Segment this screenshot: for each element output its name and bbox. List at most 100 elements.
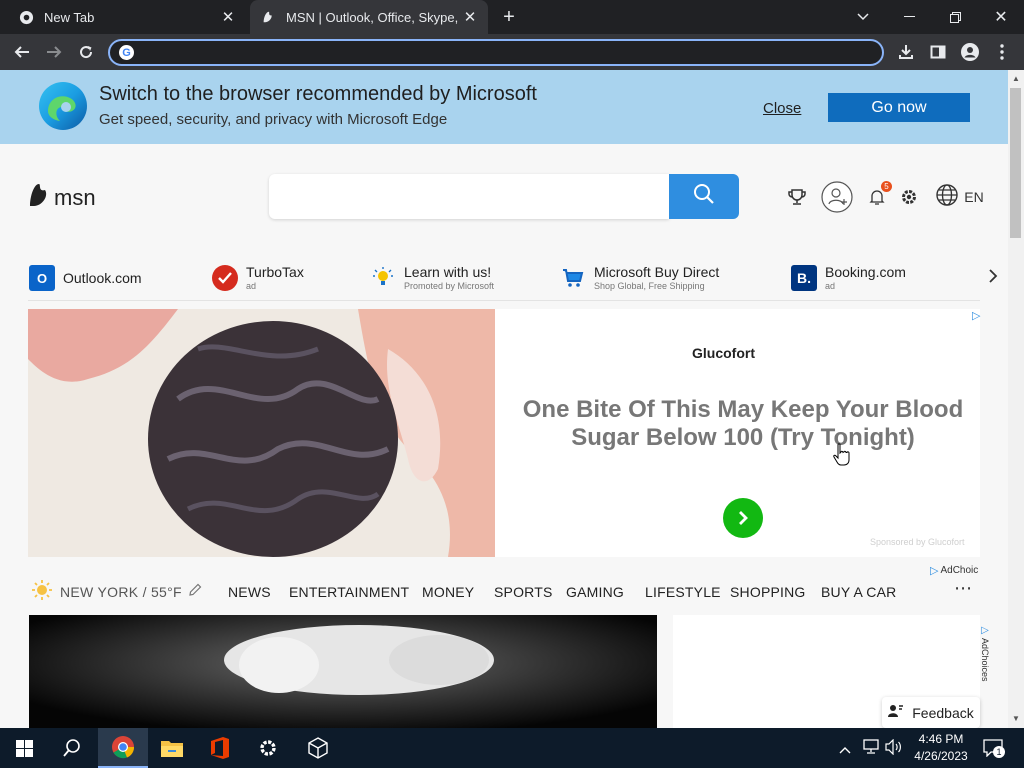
3d-viewer-cube-icon[interactable] [294, 728, 342, 768]
downloads-icon[interactable] [894, 40, 918, 64]
sun-icon [32, 580, 52, 603]
sign-in-avatar[interactable] [820, 181, 854, 213]
address-bar[interactable]: G [108, 39, 884, 66]
search-icon[interactable] [48, 728, 96, 768]
minimize-button[interactable] [886, 0, 932, 34]
quick-link-title: Microsoft Buy Direct [594, 263, 720, 280]
action-center-badge: 1 [993, 746, 1005, 758]
language-selector[interactable]: EN [934, 183, 986, 211]
settings-gear-icon[interactable] [898, 184, 920, 210]
quick-link-title: Learn with us! [404, 263, 492, 280]
rewards-trophy-icon[interactable] [786, 184, 808, 210]
quick-link-sub: Promoted by Microsoft [404, 280, 495, 291]
tab-msn[interactable]: MSN | Outlook, Office, Skype, Bing ✕ [250, 0, 488, 34]
nav-gaming[interactable]: GAMING [566, 584, 624, 600]
show-hidden-icons-chevron-icon[interactable] [839, 741, 851, 759]
nav-money[interactable]: MONEY [422, 584, 474, 600]
adchoices-icon: ▷ [930, 565, 939, 577]
more-nav-icon[interactable]: ⋯ [954, 578, 972, 599]
quick-link-outlook[interactable]: O Outlook.com [29, 258, 142, 298]
quick-link-booking[interactable]: B. Booking.com ad [791, 258, 906, 298]
nav-news[interactable]: NEWS [228, 584, 271, 600]
clock-time: 4:46 PM [918, 732, 964, 746]
quick-link-title: Booking.com [825, 263, 906, 280]
ad-headline[interactable]: One Bite Of This May Keep Your Blood Sug… [500, 396, 986, 452]
nav-lifestyle[interactable]: LIFESTYLE [645, 584, 721, 600]
profile-icon[interactable] [958, 40, 982, 64]
language-label: EN [964, 189, 984, 205]
google-icon: G [119, 45, 134, 60]
quick-link-title: TurboTax [246, 263, 304, 280]
scrollbar-thumb[interactable] [1010, 88, 1021, 238]
lightbulb-icon [370, 265, 396, 291]
search-button[interactable] [669, 174, 739, 219]
ad-info-icon[interactable]: ▷ [972, 309, 980, 322]
file-explorer-folder-icon[interactable] [148, 728, 196, 768]
ad-go-arrow-button[interactable] [723, 498, 763, 538]
banner-subtitle: Get speed, security, and privacy with Mi… [99, 111, 448, 128]
windows-taskbar: 4:46 PM 4/26/2023 1 [0, 728, 1024, 768]
feedback-icon [888, 704, 904, 721]
adchoices-link[interactable]: ▷ AdChoic [930, 564, 978, 577]
ad-image [28, 309, 495, 557]
go-now-button[interactable]: Go now [828, 93, 970, 122]
quick-link-sub: ad [246, 280, 257, 291]
booking-icon: B. [791, 265, 817, 291]
scroll-up-arrow-icon[interactable]: ▲ [1012, 74, 1020, 83]
back-button[interactable] [10, 40, 34, 64]
quick-link-sub: Shop Global, Free Shipping [594, 280, 705, 291]
nav-entertainment[interactable]: ENTERTAINMENT [289, 584, 409, 600]
close-tab-icon[interactable]: ✕ [220, 8, 236, 26]
side-adchoices-link[interactable]: ▷ AdChoices [978, 625, 992, 705]
turbotax-check-icon [212, 265, 238, 291]
ad-brand: Glucofort [692, 345, 755, 361]
quick-links-next-chevron-icon[interactable] [988, 268, 998, 289]
msn-logo-text: msn [54, 185, 96, 210]
scroll-down-arrow-icon[interactable]: ▼ [1012, 714, 1020, 723]
banner-title: Switch to the browser recommended by Mic… [99, 83, 537, 105]
tab-new-tab[interactable]: New Tab ✕ [8, 0, 246, 34]
start-windows-icon[interactable] [0, 728, 48, 768]
quick-link-learn[interactable]: Learn with us! Promoted by Microsoft [370, 258, 494, 298]
msn-logo[interactable]: msn [28, 182, 96, 214]
new-tab-button[interactable]: + [498, 6, 520, 29]
close-tab-icon[interactable]: ✕ [462, 8, 478, 26]
notifications-bell-icon[interactable]: 5 [866, 181, 892, 210]
quick-link-sub: ad [825, 280, 836, 291]
quick-link-turbotax[interactable]: TurboTax ad [212, 258, 304, 298]
forward-button[interactable] [42, 40, 66, 64]
action-center-notification-icon[interactable]: 1 [983, 739, 1005, 762]
taskbar-chrome-icon[interactable] [98, 728, 148, 768]
quick-link-title: Outlook.com [63, 269, 142, 286]
quick-link-buy-direct[interactable]: Microsoft Buy Direct Shop Global, Free Sh… [560, 258, 719, 298]
settings-gear-icon[interactable] [244, 728, 292, 768]
weather-widget[interactable]: NEW YORK / 55°F [32, 580, 202, 603]
nav-shopping[interactable]: SHOPPING [730, 584, 806, 600]
clock-date: 4/26/2023 [914, 749, 968, 763]
nav-buy-a-car[interactable]: BUY A CAR [821, 584, 896, 600]
banner-close-link[interactable]: Close [763, 100, 801, 117]
system-clock[interactable]: 4:46 PM 4/26/2023 [910, 731, 972, 765]
feedback-button[interactable]: Feedback [882, 697, 980, 728]
globe-icon [936, 183, 958, 211]
msn-butterfly-icon [28, 182, 50, 214]
volume-icon[interactable] [885, 738, 903, 760]
search-input[interactable] [269, 174, 669, 219]
menu-kebab-icon[interactable] [990, 40, 1014, 64]
featured-story-card[interactable] [29, 615, 657, 728]
edit-pencil-icon[interactable] [188, 583, 202, 600]
nav-sports[interactable]: SPORTS [494, 584, 553, 600]
adchoices-label: AdChoic [940, 565, 979, 576]
office-icon[interactable] [196, 728, 244, 768]
hand-cursor-icon [832, 443, 850, 472]
restore-button[interactable] [932, 0, 978, 34]
close-window-button[interactable]: ✕ [978, 0, 1024, 34]
side-panel-icon[interactable] [926, 40, 950, 64]
chrome-icon [18, 9, 34, 25]
tab-search-chevron-icon[interactable] [840, 0, 886, 34]
divider [28, 300, 980, 301]
network-icon[interactable] [862, 739, 880, 760]
feedback-label: Feedback [912, 704, 974, 721]
reload-button[interactable] [74, 40, 98, 64]
shopping-cart-icon [560, 265, 586, 291]
